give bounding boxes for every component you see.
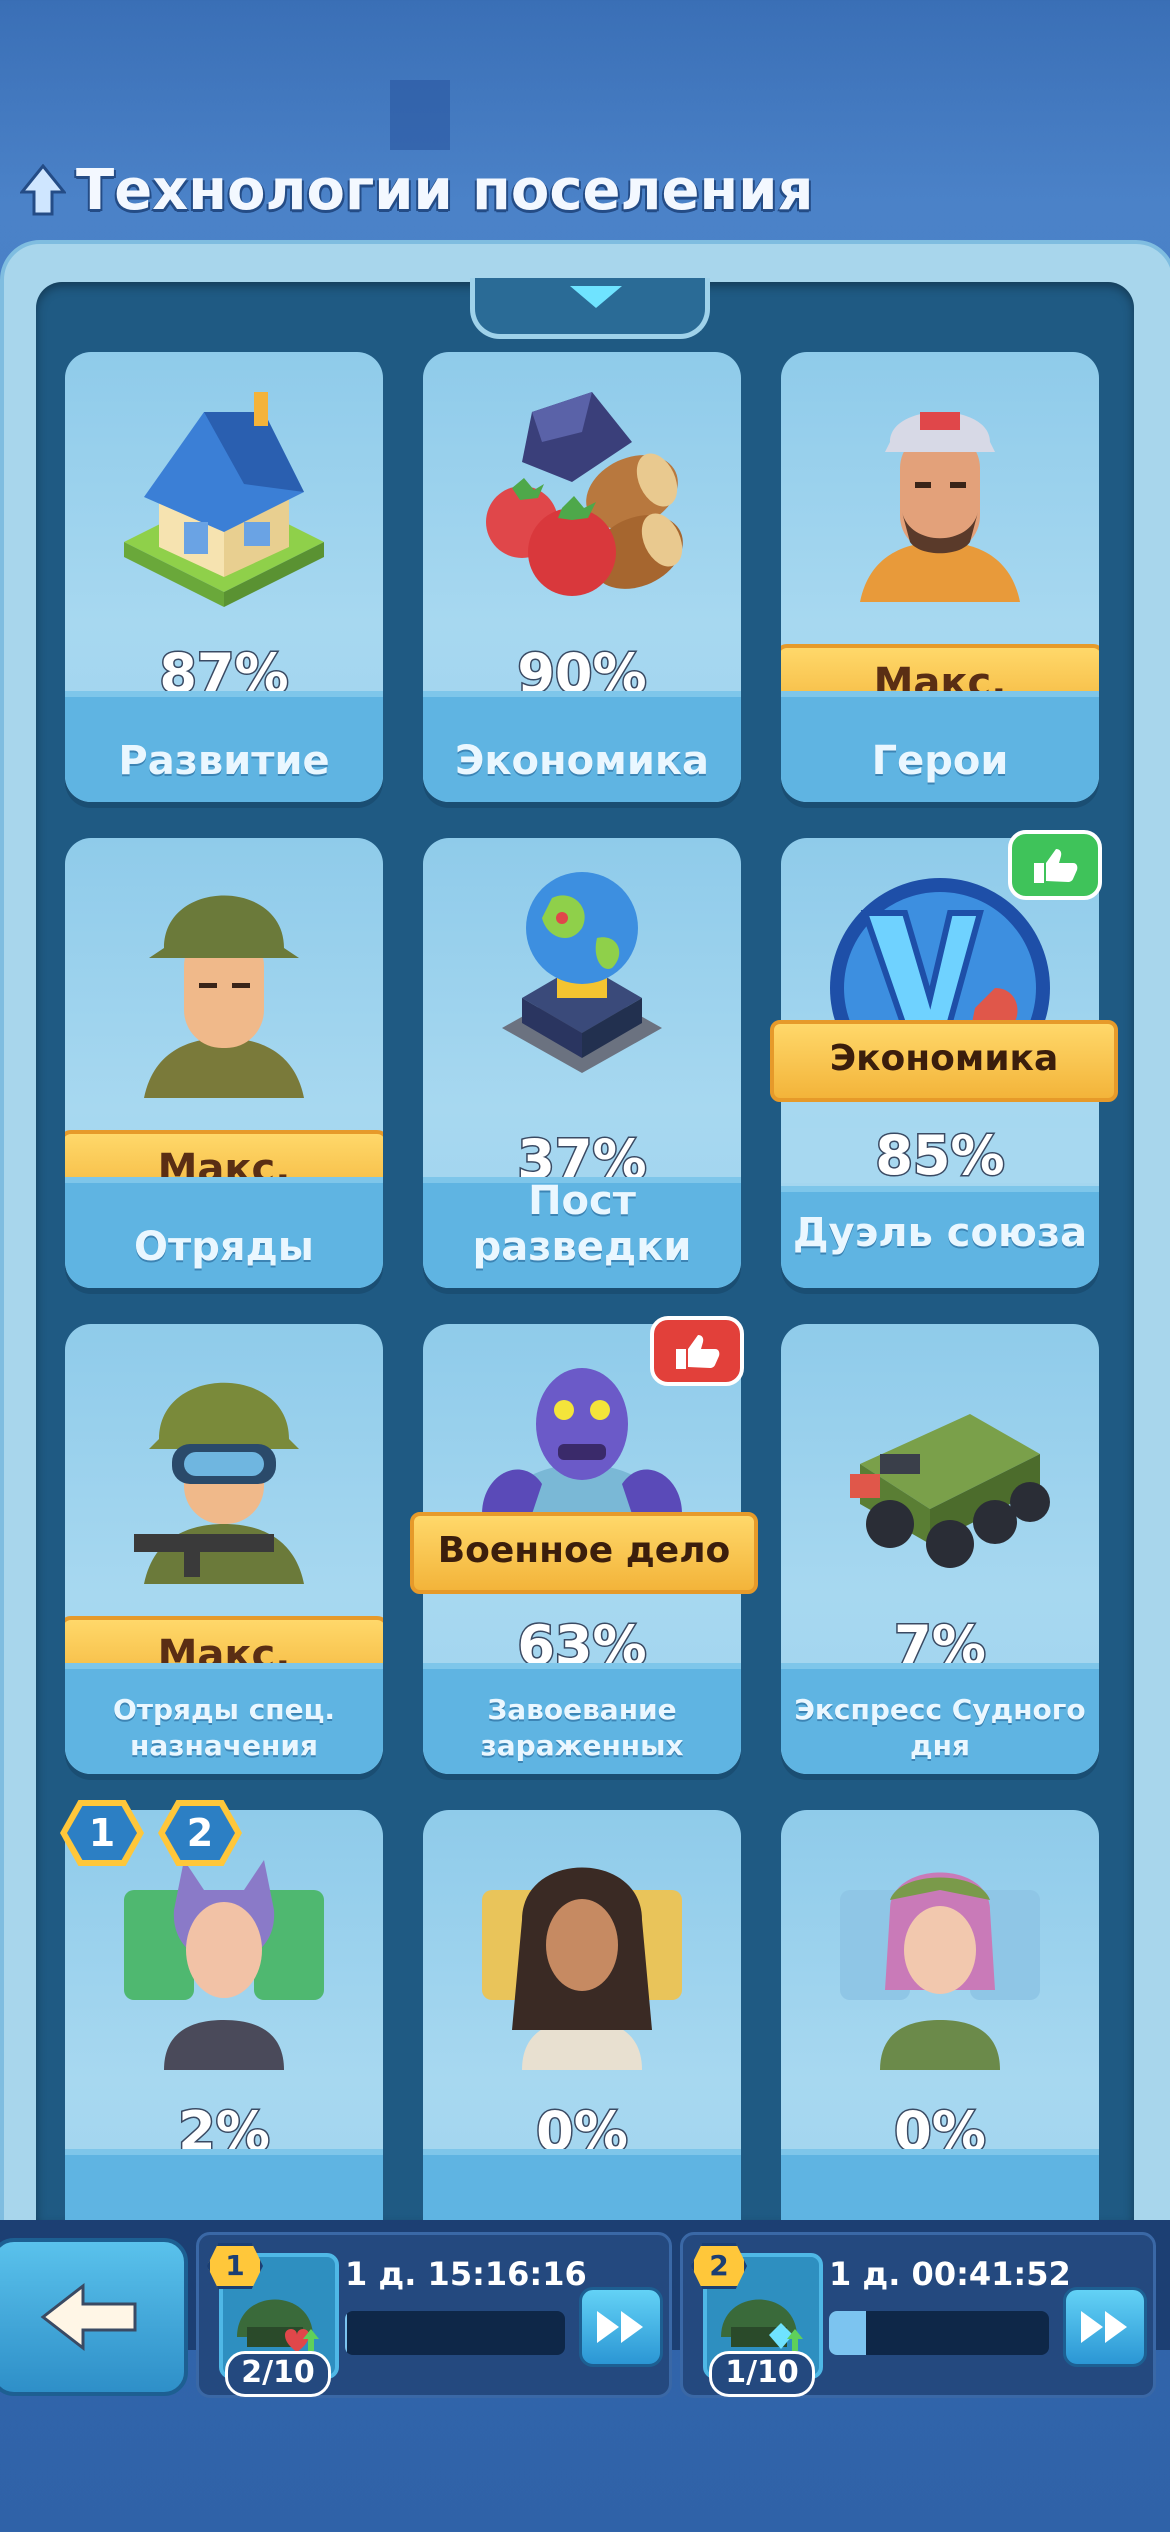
category-ribbon: Экономика bbox=[770, 1020, 1118, 1102]
queue-timer: 1 д. 15:16:16 bbox=[345, 2255, 587, 2293]
queue-count: 1/10 bbox=[709, 2351, 815, 2397]
tech-grid: 87% Развитие 90% Экономика Макс. Герои М… bbox=[0, 0, 1170, 2220]
card-label-band bbox=[781, 2149, 1099, 2220]
card-title: Герои bbox=[871, 738, 1009, 784]
card-title: Экспресс Судного дня bbox=[794, 1693, 1086, 1762]
fast-forward-icon bbox=[1081, 2311, 1127, 2343]
fast-forward-icon bbox=[597, 2311, 643, 2343]
tech-card-troops[interactable]: Макс. Отряды bbox=[65, 838, 383, 1288]
tech-card-development[interactable]: 87% Развитие bbox=[65, 352, 383, 802]
heroine-pink-hair-portrait bbox=[840, 1872, 1040, 2070]
queue-progress-bar bbox=[345, 2311, 565, 2355]
heroine-cat-ears-portrait bbox=[124, 1860, 324, 2070]
special-forces-portrait bbox=[134, 1382, 304, 1584]
tech-card-heroine-1[interactable]: 2% bbox=[65, 1810, 383, 2220]
progress-percent: 85% bbox=[874, 1128, 1006, 1189]
hero-portrait bbox=[860, 412, 1020, 602]
queue-level-badge: 2 bbox=[691, 2243, 747, 2289]
tech-card-special-forces[interactable]: Макс. Отряды спец. назначения bbox=[65, 1324, 383, 1774]
queue-progress-fill bbox=[345, 2311, 348, 2355]
house-icon bbox=[124, 392, 324, 607]
soldier-portrait bbox=[144, 895, 304, 1098]
category-ribbon: Военное дело bbox=[410, 1512, 758, 1594]
card-title: Отряды спец. назначения bbox=[112, 1693, 336, 1762]
speed-up-button[interactable] bbox=[579, 2287, 663, 2367]
card-title: Развитие bbox=[118, 738, 330, 784]
recommended-thumb-icon bbox=[1008, 830, 1102, 900]
queue-timer: 1 д. 00:41:52 bbox=[829, 2255, 1071, 2293]
back-button[interactable] bbox=[0, 2238, 188, 2396]
card-title: Экономика bbox=[455, 738, 709, 784]
card-title: Дуэль союза bbox=[792, 1210, 1088, 1256]
armored-truck-icon bbox=[850, 1414, 1050, 1568]
card-title: Отряды bbox=[134, 1224, 314, 1270]
queue-count: 2/10 bbox=[225, 2351, 331, 2397]
card-title: Завоевание зараженных bbox=[480, 1693, 684, 1762]
tech-card-heroine-3[interactable]: 0% bbox=[781, 1810, 1099, 2220]
resources-icon bbox=[486, 392, 683, 596]
card-title: Пост разведки bbox=[472, 1178, 692, 1270]
queue-level-badge: 1 bbox=[207, 2243, 263, 2289]
tech-card-heroes[interactable]: Макс. Герои bbox=[781, 352, 1099, 802]
heroine-dark-hair-portrait bbox=[482, 1867, 682, 2070]
research-queue-2[interactable]: 2 1/10 1 д. 00:41:52 bbox=[680, 2232, 1156, 2398]
tech-card-economy[interactable]: 90% Экономика bbox=[423, 352, 741, 802]
queue-progress-fill bbox=[829, 2311, 867, 2355]
tech-card-heroine-2[interactable]: 0% bbox=[423, 1810, 741, 2220]
card-label-band bbox=[423, 2149, 741, 2220]
card-lower: 85% Дуэль союза bbox=[781, 1128, 1099, 1288]
speed-up-button[interactable] bbox=[1063, 2287, 1147, 2367]
tech-card-scout-post[interactable]: 37% Пост разведки bbox=[423, 838, 741, 1288]
card-label-band bbox=[65, 2149, 383, 2220]
recommended-thumb-icon bbox=[650, 1316, 744, 1386]
research-queue-1[interactable]: 1 2/10 1 д. 15:16:16 bbox=[196, 2232, 672, 2398]
queue-progress-bar bbox=[829, 2311, 1049, 2355]
tech-card-doomsday-express[interactable]: 7% Экспресс Судного дня bbox=[781, 1324, 1099, 1774]
globe-outpost-icon bbox=[502, 872, 662, 1073]
back-arrow-icon bbox=[40, 2282, 137, 2352]
